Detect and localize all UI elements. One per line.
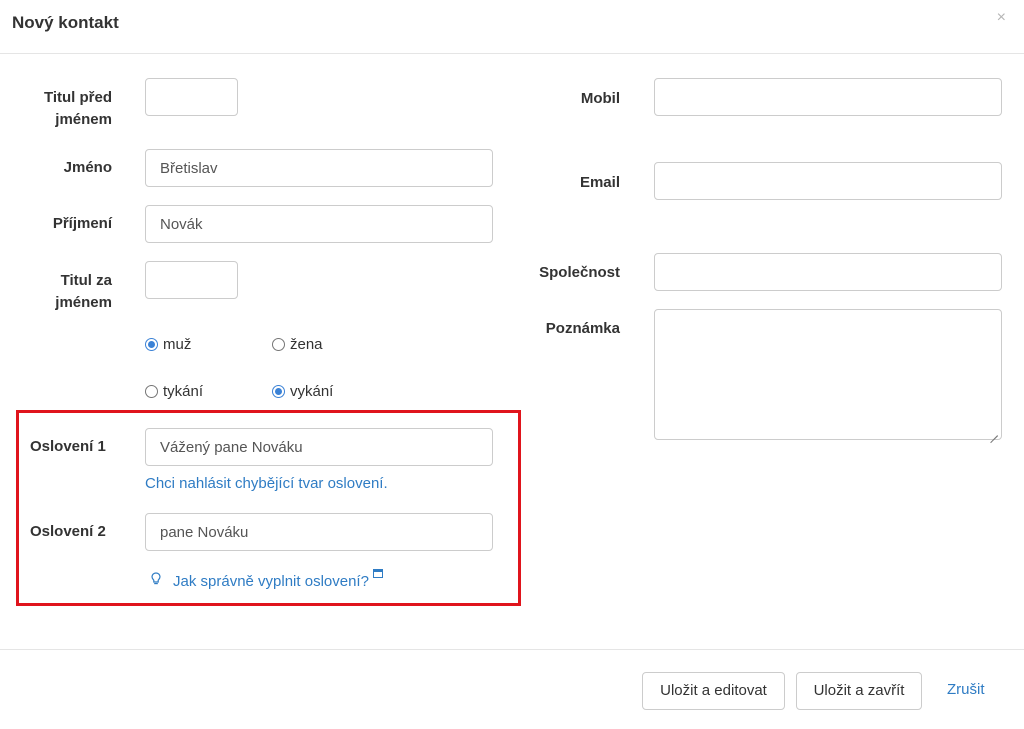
radio-zena-label: žena xyxy=(290,336,323,353)
cancel-link[interactable]: Zrušit xyxy=(947,681,985,698)
spolecnost-input[interactable] xyxy=(654,253,1002,291)
modal-footer: Uložit a editovat Uložit a zavřít Zrušit xyxy=(0,649,1024,729)
titul-pred-label-line1: Titul před xyxy=(43,89,112,106)
titul-pred-input[interactable] xyxy=(145,78,238,116)
poznamka-textarea[interactable] xyxy=(654,309,1002,440)
help-salutation-link[interactable]: Jak správně vyplnit oslovení? xyxy=(173,569,383,590)
radio-tykani-dot[interactable] xyxy=(145,385,158,398)
prijmeni-input[interactable] xyxy=(145,205,493,243)
email-input[interactable] xyxy=(654,162,1002,200)
jmeno-label: Jméno xyxy=(63,159,112,176)
radio-zena[interactable]: žena xyxy=(272,336,323,353)
mobil-label: Mobil xyxy=(580,90,620,107)
lightbulb-icon xyxy=(151,572,161,585)
osloveni1-input[interactable] xyxy=(145,428,493,466)
radio-tykani[interactable]: tykání xyxy=(145,383,203,400)
titul-za-input[interactable] xyxy=(145,261,238,299)
external-link-icon xyxy=(372,569,383,578)
poznamka-label: Poznámka xyxy=(545,320,620,337)
titul-pred-label-line2: jménem xyxy=(55,111,112,128)
osloveni1-label: Oslovení 1 xyxy=(30,438,106,455)
osloveni2-label: Oslovení 2 xyxy=(30,523,106,540)
radio-muz-label: muž xyxy=(163,336,192,353)
radio-muz[interactable]: muž xyxy=(145,336,191,353)
modal-title: Nový kontakt xyxy=(12,13,119,32)
titul-za-label-line1: Titul za xyxy=(60,272,112,289)
help-salutation-link-text: Jak správně vyplnit oslovení? xyxy=(173,573,369,590)
jmeno-input[interactable] xyxy=(145,149,493,187)
radio-zena-dot[interactable] xyxy=(272,338,285,351)
report-missing-salutation-link[interactable]: Chci nahlásit chybějící tvar oslovení. xyxy=(145,475,388,492)
radio-vykani-label: vykání xyxy=(290,383,334,400)
mobil-input[interactable] xyxy=(654,78,1002,116)
titul-za-label-line2: jménem xyxy=(55,294,112,311)
resize-handle[interactable] xyxy=(990,428,998,436)
spolecnost-label: Společnost xyxy=(539,264,620,281)
radio-tykani-label: tykání xyxy=(163,383,204,400)
prijmeni-label: Příjmení xyxy=(52,215,112,232)
radio-vykani-dot[interactable] xyxy=(272,385,285,398)
titul-pred-label: Titul před jménem xyxy=(38,87,112,131)
osloveni2-input[interactable] xyxy=(145,513,493,551)
email-label: Email xyxy=(579,174,620,191)
titul-za-label: Titul za jménem xyxy=(38,270,112,314)
radio-muz-dot[interactable] xyxy=(145,338,158,351)
save-close-button[interactable]: Uložit a zavřít xyxy=(796,672,922,710)
radio-vykani[interactable]: vykání xyxy=(272,383,333,400)
close-icon[interactable]: × xyxy=(997,9,1006,27)
save-edit-button[interactable]: Uložit a editovat xyxy=(642,672,785,710)
modal-header: Nový kontakt × xyxy=(0,0,1024,54)
